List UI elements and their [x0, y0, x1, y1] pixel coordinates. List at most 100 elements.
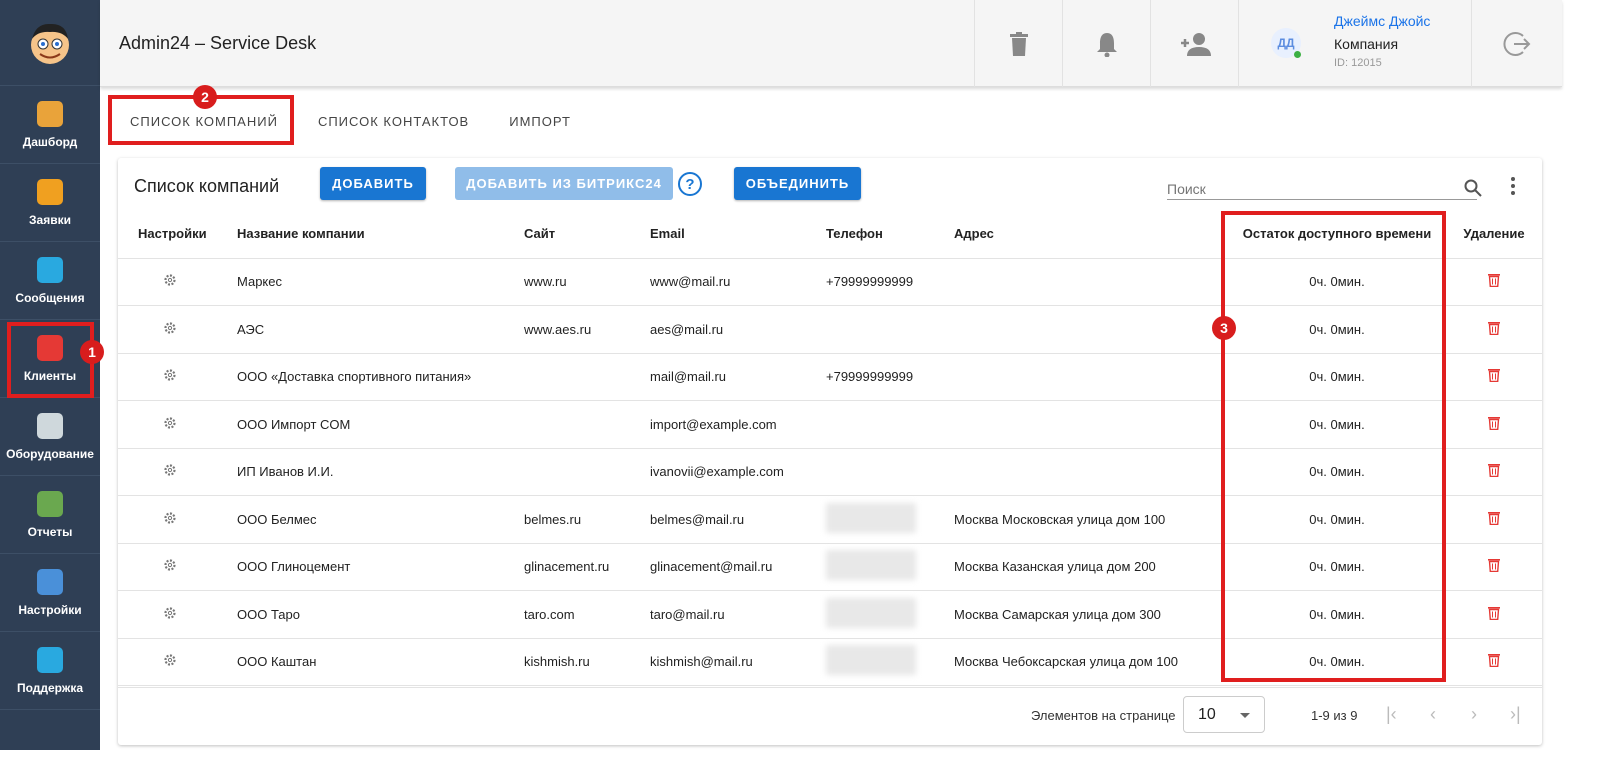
last-page-icon[interactable]: ›|: [1510, 704, 1521, 725]
company-name[interactable]: ООО Таро: [237, 590, 524, 639]
blurred-phone: [826, 550, 916, 581]
logo[interactable]: [0, 0, 100, 86]
delete-icon[interactable]: [1488, 654, 1500, 670]
card-title: Список компаний: [134, 176, 280, 196]
delete-icon[interactable]: [1488, 274, 1500, 290]
gear-icon[interactable]: [163, 369, 177, 385]
page-range: 1-9 из 9: [1311, 708, 1358, 723]
add-from-bitrix24-button[interactable]: ДОБАВИТЬ ИЗ БИТРИКС24: [455, 167, 673, 200]
per-page-label: Элементов на странице: [1031, 708, 1176, 723]
sidebar-item-6[interactable]: Настройки: [0, 554, 100, 632]
address: Москва Самарская улица дом 300: [954, 590, 1228, 639]
trash-button[interactable]: [974, 0, 1062, 87]
annotation-badge-1: 1: [80, 340, 104, 364]
next-page-icon[interactable]: ›: [1471, 704, 1477, 725]
col-email[interactable]: Email: [650, 210, 826, 259]
first-page-icon[interactable]: |‹: [1386, 704, 1397, 725]
blurred-phone: [826, 645, 916, 676]
sidebar-icon: [37, 490, 63, 517]
company-name[interactable]: ООО Глиноцемент: [237, 543, 524, 591]
delete-icon[interactable]: [1488, 559, 1500, 575]
col-address[interactable]: Адрес: [954, 210, 1228, 259]
delete-icon[interactable]: [1488, 369, 1500, 385]
delete-icon[interactable]: [1488, 511, 1500, 528]
delete-icon[interactable]: [1488, 606, 1500, 623]
per-page-select[interactable]: 10: [1183, 696, 1265, 733]
blurred-phone: [826, 597, 916, 628]
sidebar-item-7[interactable]: Поддержка: [0, 632, 100, 710]
delete-icon[interactable]: [1488, 464, 1500, 480]
tab-contact-list[interactable]: СПИСОК КОНТАКТОВ: [298, 96, 489, 146]
sidebar-icon: [37, 412, 63, 439]
company-name[interactable]: Маркес: [237, 258, 524, 306]
col-phone[interactable]: Телефон: [826, 210, 954, 259]
sidebar-item-label: Отчеты: [27, 524, 73, 539]
help-icon[interactable]: ?: [678, 172, 702, 196]
add-user-button[interactable]: [1150, 0, 1238, 87]
gear-icon[interactable]: [163, 417, 177, 433]
company-name[interactable]: ИП Иванов И.И.: [237, 448, 524, 496]
sidebar-item-5[interactable]: Отчеты: [0, 476, 100, 554]
sidebar-icon: [37, 568, 63, 595]
col-site[interactable]: Сайт: [524, 210, 650, 259]
logout-button[interactable]: [1471, 0, 1562, 87]
sidebar-item-label: Поддержка: [16, 680, 84, 695]
site: [524, 353, 650, 401]
address: Москва Чебоксарская улица дом 100: [954, 638, 1228, 686]
col-settings: Настройки: [118, 210, 237, 259]
gear-icon[interactable]: [163, 274, 177, 290]
company-name[interactable]: ООО «Доставка спортивного питания»: [237, 353, 524, 401]
notifications-button[interactable]: [1062, 0, 1150, 87]
sidebar-item-1[interactable]: Заявки: [0, 164, 100, 242]
sidebar-item-label: Настройки: [18, 602, 82, 617]
sidebar-item-label: Оборудование: [6, 446, 94, 461]
gear-icon[interactable]: [163, 607, 177, 623]
user-profile[interactable]: ДД Джеймс Джойс Компания ID: 12015: [1238, 0, 1471, 87]
prev-page-icon[interactable]: ‹: [1430, 704, 1436, 725]
online-status-dot: [1294, 51, 1301, 58]
address: Москва Московская улица дом 100: [954, 495, 1228, 544]
col-company-name[interactable]: Название компании: [237, 210, 524, 259]
col-delete: Удаление: [1446, 210, 1542, 259]
tab-import[interactable]: ИМПОРТ: [489, 96, 591, 146]
sidebar-item-2[interactable]: Сообщения: [0, 242, 100, 320]
search-input[interactable]: [1167, 178, 1477, 200]
address: [954, 400, 1228, 449]
company-name[interactable]: ООО Импорт COM: [237, 400, 524, 449]
gear-icon[interactable]: [163, 464, 177, 480]
search-icon[interactable]: [1464, 179, 1482, 197]
sidebar-item-4[interactable]: Оборудование: [0, 398, 100, 476]
email: glinacement@mail.ru: [650, 543, 826, 591]
company-name[interactable]: ООО Каштан: [237, 638, 524, 686]
email: belmes@mail.ru: [650, 495, 826, 544]
gear-icon[interactable]: [163, 512, 177, 528]
more-vert-icon[interactable]: [1508, 176, 1518, 198]
delete-icon[interactable]: [1488, 321, 1500, 338]
gear-icon[interactable]: [163, 559, 177, 575]
sidebar-icon: [37, 646, 63, 673]
sidebar-item-0[interactable]: Дашборд: [0, 86, 100, 164]
company-name[interactable]: ООО Белмес: [237, 495, 524, 544]
email: aes@mail.ru: [650, 305, 826, 354]
user-name[interactable]: Джеймс Джойс: [1334, 13, 1430, 29]
sidebar-item-label: Сообщения: [15, 290, 85, 305]
trash-icon: [1009, 31, 1028, 56]
site: glinacement.ru: [524, 543, 650, 591]
site: taro.com: [524, 590, 650, 639]
annotation-box-3: [1221, 211, 1446, 682]
gear-icon[interactable]: [163, 322, 177, 338]
delete-icon[interactable]: [1488, 416, 1500, 433]
gear-icon[interactable]: [163, 654, 177, 670]
company-name[interactable]: АЭС: [237, 305, 524, 354]
merge-button[interactable]: ОБЪЕДИНИТЬ: [734, 167, 861, 200]
email: taro@mail.ru: [650, 590, 826, 639]
sidebar-icon: [37, 178, 63, 205]
per-page-value: 10: [1198, 706, 1216, 723]
sidebar-item-label: Заявки: [29, 212, 71, 227]
add-button[interactable]: ДОБАВИТЬ: [320, 167, 426, 200]
address: [954, 258, 1228, 306]
sidebar-icon: [37, 256, 63, 283]
annotation-badge-2: 2: [193, 85, 217, 109]
site: www.aes.ru: [524, 305, 650, 354]
site: [524, 448, 650, 496]
